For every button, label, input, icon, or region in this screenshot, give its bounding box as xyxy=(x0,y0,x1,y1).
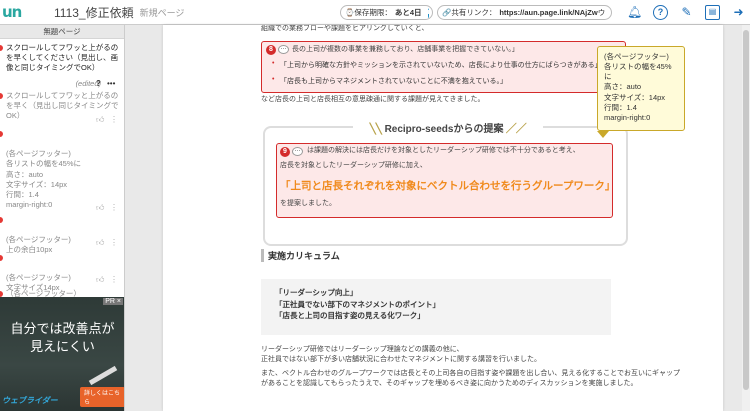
comment-highlight-9[interactable]: 9 … は課題の解決には店長だけを対象としたリーダーシップ研修では不十分であると… xyxy=(276,143,616,218)
curriculum-item: 「正社員でない部下のマネジメントのポイント」 xyxy=(275,299,440,309)
ad-button[interactable]: 詳しくはこちら xyxy=(80,387,124,407)
app-logo[interactable]: un xyxy=(0,0,36,25)
intro-text: 組織での業務フローや課題をヒアリングしていくと、 xyxy=(261,25,429,32)
highlight-text: 「上司と店長それぞれを対象にベクトル合わせを行うグループワーク」 xyxy=(280,180,616,192)
ad-headline: 自分では改善点が 見えにくい xyxy=(10,322,115,355)
share-label: 共有リンク： xyxy=(451,8,497,17)
more-icon[interactable]: ••• xyxy=(107,79,115,88)
comment-number-badge[interactable]: 8 xyxy=(266,45,276,55)
thumbs-up-icon[interactable]: 👍︎ xyxy=(96,203,104,213)
document-subtitle: 新規ページ xyxy=(139,7,185,18)
slash-decoration-icon: ╱╱ xyxy=(506,124,527,135)
question-icon[interactable]: ? xyxy=(96,79,101,88)
link-icon: 🔗 xyxy=(442,8,452,17)
comment-item[interactable]: (各ページフッター) 文字サイズ14px xyxy=(0,253,124,294)
share-link-pill[interactable]: 🔗 共有リンク： https://aun.page.link/NAjZw ウ xyxy=(437,5,612,20)
comment-marker-icon xyxy=(0,255,3,261)
comment-number-badge[interactable]: 9 xyxy=(280,147,290,157)
comment-text: (各ページフッター) 各リストの幅を45%に 高さ：auto 文字サイズ：14p… xyxy=(6,149,82,209)
comment-text: を提案しました。 xyxy=(280,200,336,207)
thumbs-up-icon[interactable]: 👍︎ xyxy=(96,115,104,125)
share-url[interactable]: https://aun.page.link/NAjZw xyxy=(499,8,597,17)
help-icon[interactable]: ? xyxy=(653,5,668,20)
summary-text: など店長の上司と店長相互の意思疎通に関する課題が見えてきました。 xyxy=(261,96,485,103)
thumbs-up-icon[interactable]: 👍︎ xyxy=(96,275,104,285)
ad-pr-label[interactable]: PR × xyxy=(103,298,123,305)
body-text: また、ベクトル合わせのグループワークでは店長とその上司各自の目指す姿や課題を出し… xyxy=(261,370,680,377)
curriculum-heading: 実施カリキュラム xyxy=(261,249,340,262)
more-icon[interactable]: ⋮ xyxy=(110,203,118,212)
expiry-label: 保存期限： xyxy=(354,8,392,17)
advertisement[interactable]: PR × 自分では改善点が 見えにくい ウェブライダー 詳しくはこちら xyxy=(0,297,124,411)
comment-item[interactable]: (各ページフッター) 各リストの幅を45%に 高さ：auto 文字サイズ：14p… xyxy=(0,129,124,210)
logout-icon[interactable]: ➜ xyxy=(731,5,746,20)
clock-icon: ⌚ xyxy=(345,8,355,17)
body-text: リーダーシップ研修ではリーダーシップ理論などの講義の他に、 xyxy=(261,346,464,353)
comment-marker-icon xyxy=(0,93,3,99)
more-icon[interactable]: ⋮ xyxy=(110,238,118,247)
proposal-title-text: Recipro-seedsからの提案 xyxy=(384,124,504,135)
share-suffix: ウ xyxy=(597,8,606,17)
pdf-icon[interactable]: ▤ xyxy=(705,5,720,20)
comment-highlight-8[interactable]: 8 … 長の上司が複数の事業を兼務しており、店舗事業を把握できていない。」 「上… xyxy=(261,41,626,93)
document-title[interactable]: 1113_修正依頼 xyxy=(54,4,134,21)
thumbs-up-icon[interactable]: 👍︎ xyxy=(96,238,104,248)
body-text: があることを認識してもらったうえで、そのギャップを埋めるべき姿に向かうためのディ… xyxy=(261,380,638,387)
top-bar: un 1113_修正依頼 新規ページ ⌚ 保存期限： あと4日 i 🔗 共有リン… xyxy=(0,0,750,25)
more-icon[interactable]: ⋮ xyxy=(110,275,118,284)
ad-logo: ウェブライダー xyxy=(2,396,58,405)
comment-sidebar: 無題ページ スクロールしてフワッと上がるのを早くしてください（見出し、画像と同じ… xyxy=(0,25,125,411)
curriculum-box: 「リーダーシップ向上」 「正社員でない部下のマネジメントのポイント」 「店長と上… xyxy=(261,279,611,335)
bell-icon[interactable]: 🔔︎ xyxy=(627,5,642,20)
comment-text: 店長を対象としたリーダーシップ研修に加え、 xyxy=(280,162,427,169)
comment-marker-icon xyxy=(0,45,3,51)
proposal-title: ╲╲ Recipro-seedsからの提案 ╱╱ xyxy=(353,120,543,135)
comment-menu-icon[interactable]: … xyxy=(292,147,303,156)
edit-icon[interactable]: ✎ xyxy=(679,5,694,20)
bullet-item: 「上司から明確な方針やミッションを示されていないため、店長により仕事の仕方にばら… xyxy=(272,60,602,70)
bullet-item: 「店長も上司からマネジメントされていないことに不満を抱えている。」 xyxy=(272,76,507,86)
expiry-pill[interactable]: ⌚ 保存期限： あと4日 i xyxy=(340,5,433,20)
comment-marker-icon xyxy=(0,131,3,137)
comment-text: は課題の解決には店長だけを対象としたリーダーシップ研修では不十分であると考え、 xyxy=(307,147,580,154)
scrollbar-thumb[interactable] xyxy=(743,30,749,390)
comment-menu-icon[interactable]: … xyxy=(278,45,289,54)
comment-text: (各ページフッター) 上の余白10px xyxy=(6,235,71,255)
expiry-value: あと4日 xyxy=(394,8,422,17)
more-icon[interactable]: ⋮ xyxy=(110,115,118,124)
comment-text: スクロールしてフワッと上がるのを早くしてください（見出し、画像と同じタイミングで… xyxy=(6,43,119,73)
info-icon[interactable]: i xyxy=(427,7,430,18)
comment-tooltip: (各ページフッター) 各リストの幅を45%に 高さ：auto 文字サイズ：14p… xyxy=(597,46,685,138)
sidebar-header: 無題ページ xyxy=(0,25,124,39)
scrollbar[interactable] xyxy=(742,25,750,411)
curriculum-item: 「リーダーシップ向上」 xyxy=(275,288,358,297)
slash-decoration-icon: ╲╲ xyxy=(369,124,385,135)
chalk-image xyxy=(88,365,118,386)
comment-item[interactable]: スクロールしてフワッと上がるのを早く（見出し同じタイミングでOK） xyxy=(0,91,124,121)
curriculum-item: 「店長と上司の目指す姿の見える化ワーク」 xyxy=(275,311,425,321)
comment-marker-icon xyxy=(0,217,3,223)
body-text: 正社員ではない部下が多い店舗状況に合わせたマネジメントに関する講習を行いました。 xyxy=(261,356,541,363)
comment-item[interactable]: (各ページフッター) 上の余白10px xyxy=(0,215,124,256)
comment-item[interactable]: スクロールしてフワッと上がるのを早くしてください（見出し、画像と同じタイミングで… xyxy=(0,43,124,73)
comment-text: 長の上司が複数の事業を兼務しており、店舗事業を把握できていない。」 xyxy=(292,46,519,53)
